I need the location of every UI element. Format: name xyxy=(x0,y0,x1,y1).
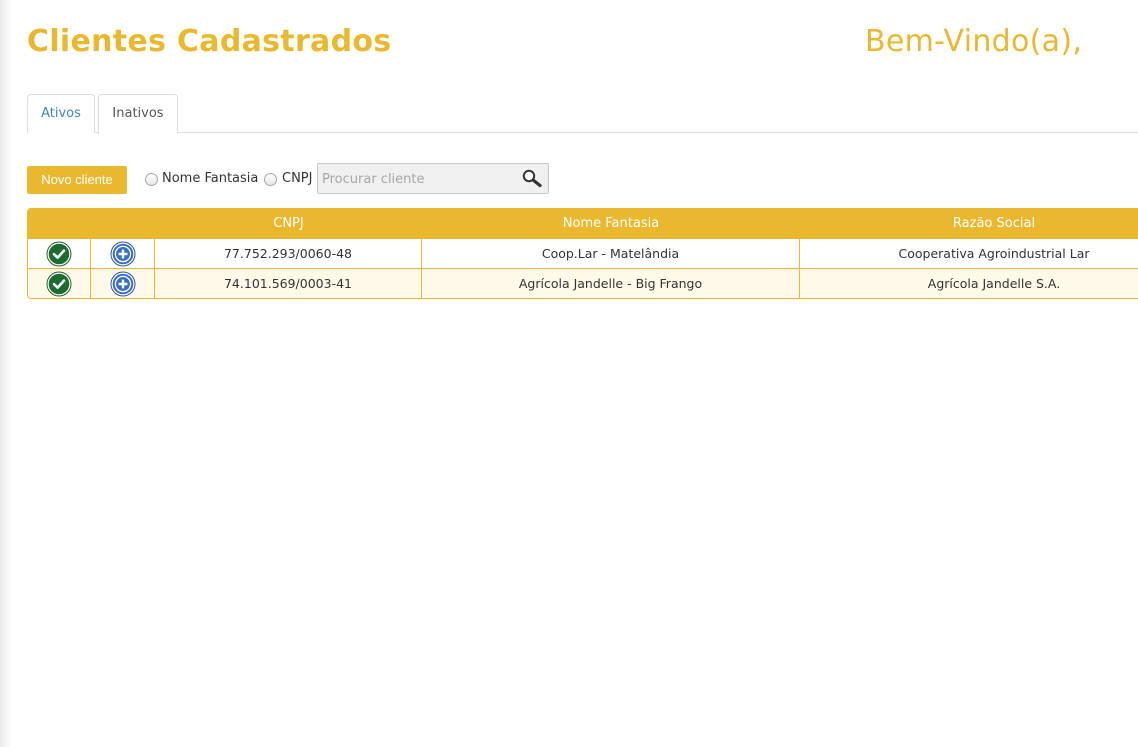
page-title: Clientes Cadastrados xyxy=(27,24,392,59)
plus-circle-icon[interactable] xyxy=(110,271,136,297)
tab-ativos[interactable]: Ativos xyxy=(27,94,95,133)
filter-cnpj-radio[interactable] xyxy=(264,173,277,186)
cnpj-cell: 77.752.293/0060-48 xyxy=(155,239,422,268)
plus-circle-icon[interactable] xyxy=(110,241,136,267)
column-header-activate xyxy=(28,209,91,238)
check-circle-icon[interactable] xyxy=(46,241,72,267)
nome-fantasia-cell: Coop.Lar - Matelândia xyxy=(422,239,800,268)
razao-social-cell: Agrícola Jandelle S.A. xyxy=(927,276,1061,291)
column-header-details xyxy=(91,209,155,238)
column-header-razao-social[interactable]: Razão Social xyxy=(800,209,1138,238)
details-cell xyxy=(91,269,155,298)
search-box xyxy=(317,163,549,194)
activate-cell xyxy=(28,239,91,268)
nome-fantasia-cell: Agrícola Jandelle - Big Frango xyxy=(422,269,800,298)
table-header: CNPJ Nome Fantasia Razão Social xyxy=(28,209,1138,238)
filter-nome-fantasia-label: Nome Fantasia xyxy=(162,171,259,186)
razao-social-cell: Cooperativa Agroindustrial Lar xyxy=(898,246,1090,261)
column-header-nome-fantasia[interactable]: Nome Fantasia xyxy=(422,209,800,238)
new-client-button[interactable]: Novo cliente xyxy=(27,166,127,194)
status-tabs: Ativos Inativos xyxy=(27,94,1138,134)
filter-nome-fantasia-radio[interactable] xyxy=(145,173,158,186)
details-cell xyxy=(91,239,155,268)
table-row: 74.101.569/0003-41 Agrícola Jandelle - B… xyxy=(28,268,1138,298)
clients-table: CNPJ Nome Fantasia Razão Social 77.752.2… xyxy=(27,208,1138,299)
magnifier-icon[interactable] xyxy=(521,168,543,188)
welcome-message: Bem-Vindo(a), xyxy=(865,24,1083,59)
search-input[interactable] xyxy=(322,168,517,190)
check-circle-icon[interactable] xyxy=(46,271,72,297)
tab-inativos[interactable]: Inativos xyxy=(98,94,178,134)
cnpj-cell: 74.101.569/0003-41 xyxy=(155,269,422,298)
filter-cnpj-label: CNPJ xyxy=(282,171,313,186)
left-shadow-edge xyxy=(0,0,12,747)
activate-cell xyxy=(28,269,91,298)
table-row: 77.752.293/0060-48 Coop.Lar - Matelândia… xyxy=(28,238,1138,268)
column-header-cnpj[interactable]: CNPJ xyxy=(155,209,422,238)
